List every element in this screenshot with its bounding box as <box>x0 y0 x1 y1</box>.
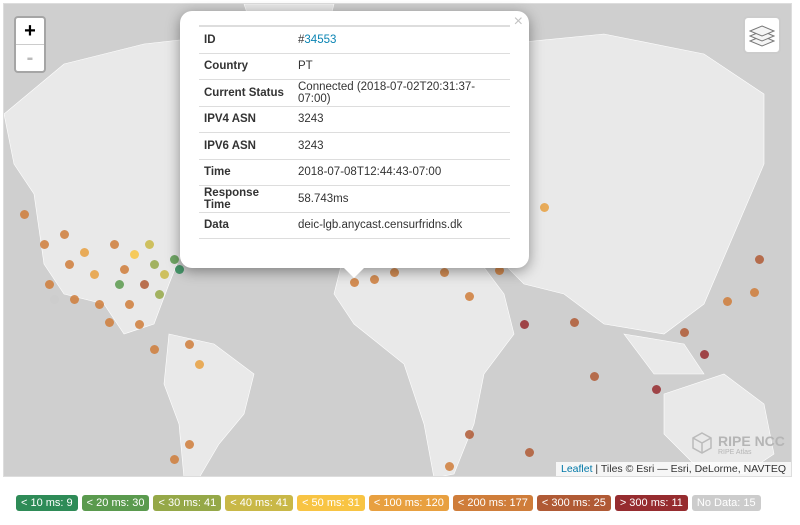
probe-marker[interactable] <box>95 300 104 309</box>
row-label: Data <box>199 212 293 239</box>
legend-item[interactable]: < 200 ms: 177 <box>452 495 533 511</box>
probe-marker[interactable] <box>590 372 599 381</box>
probe-marker[interactable] <box>170 255 179 264</box>
row-value: #34553 <box>293 26 510 54</box>
probe-marker[interactable] <box>185 440 194 449</box>
latency-legend: < 10 ms: 9 < 20 ms: 30 < 30 ms: 41 < 40 ms:… <box>16 495 761 511</box>
probe-marker[interactable] <box>520 320 529 329</box>
probe-marker[interactable] <box>40 240 49 249</box>
legend-item[interactable]: No Data: 15 <box>691 495 761 511</box>
probe-marker[interactable] <box>65 260 74 269</box>
leaflet-link[interactable]: Leaflet <box>561 463 593 475</box>
probe-marker[interactable] <box>80 248 89 257</box>
probe-marker[interactable] <box>115 280 124 289</box>
watermark-subtitle: RIPE Atlas <box>718 448 752 456</box>
popup-row: Time 2018-07-08T12:44:43-07:00 <box>199 159 510 186</box>
probe-marker[interactable] <box>680 328 689 337</box>
popup-row: ID #34553 <box>199 26 510 54</box>
probe-marker[interactable] <box>755 255 764 264</box>
row-label: Time <box>199 159 293 186</box>
probe-marker[interactable] <box>370 275 379 284</box>
probe-marker[interactable] <box>150 260 159 269</box>
probe-marker[interactable] <box>700 350 709 359</box>
probe-marker[interactable] <box>570 318 579 327</box>
probe-marker[interactable] <box>145 240 154 249</box>
probe-marker[interactable] <box>750 288 759 297</box>
close-icon[interactable]: × <box>514 13 523 31</box>
probe-marker[interactable] <box>185 340 194 349</box>
zoom-in-button[interactable]: + <box>16 18 44 44</box>
popup-row: IPV6 ASN 3243 <box>199 132 510 160</box>
probe-marker[interactable] <box>120 265 129 274</box>
probe-marker[interactable] <box>90 270 99 279</box>
probe-marker[interactable] <box>195 360 204 369</box>
probe-id-link[interactable]: 34553 <box>304 34 336 46</box>
probe-marker[interactable] <box>110 240 119 249</box>
probe-marker[interactable] <box>525 448 534 457</box>
row-label: IPV6 ASN <box>199 132 293 160</box>
row-label: IPV4 ASN <box>199 106 293 133</box>
legend-item[interactable]: < 20 ms: 30 <box>81 495 150 511</box>
row-label: ID <box>199 26 293 54</box>
legend-item[interactable]: < 50 ms: 31 <box>297 495 365 511</box>
probe-marker[interactable] <box>150 345 159 354</box>
probe-marker[interactable] <box>652 385 661 394</box>
legend-item[interactable]: < 10 ms: 9 <box>16 495 78 511</box>
probe-marker[interactable] <box>440 268 449 277</box>
popup-tip <box>344 268 364 278</box>
ripe-ncc-watermark: RIPE NCC RIPE Atlas <box>689 431 785 457</box>
probe-details-table: ID #34553 Country PT Current Status Connected… <box>199 25 510 239</box>
popup-row: Current Status Connected (2018-07-02T20:3… <box>199 79 510 107</box>
probe-marker[interactable] <box>70 295 79 304</box>
row-value: 2018-07-08T12:44:43-07:00 <box>293 159 510 186</box>
probe-marker[interactable] <box>135 320 144 329</box>
probe-marker[interactable] <box>50 295 59 304</box>
legend-item[interactable]: < 40 ms: 41 <box>225 495 294 511</box>
row-value: PT <box>293 53 510 80</box>
row-value: Connected (2018-07-02T20:31:37-07:00) <box>293 79 510 107</box>
watermark-title: RIPE NCC <box>718 432 785 449</box>
layers-button[interactable] <box>743 16 781 54</box>
row-value: deic-lgb.anycast.censurfridns.dk <box>293 212 510 239</box>
layers-icon <box>749 25 775 47</box>
ripe-logo-icon <box>692 432 712 454</box>
zoom-control: + - <box>14 16 46 73</box>
probe-marker[interactable] <box>170 455 179 464</box>
probe-marker[interactable] <box>20 210 29 219</box>
probe-marker[interactable] <box>175 265 184 274</box>
probe-marker[interactable] <box>155 290 164 299</box>
probe-marker[interactable] <box>350 278 359 287</box>
probe-marker[interactable] <box>540 203 549 212</box>
popup-row: Country PT <box>199 53 510 80</box>
row-value: 58.743ms <box>293 185 510 213</box>
probe-marker[interactable] <box>140 280 149 289</box>
probe-marker[interactable] <box>60 230 69 239</box>
probe-marker[interactable] <box>125 300 134 309</box>
popup-row: Response Time 58.743ms <box>199 185 510 213</box>
legend-item[interactable]: < 100 ms: 120 <box>368 495 449 511</box>
probe-marker[interactable] <box>160 270 169 279</box>
legend-item[interactable]: < 30 ms: 41 <box>153 495 222 511</box>
row-value: 3243 <box>293 132 510 160</box>
probe-marker[interactable] <box>390 268 399 277</box>
legend-item[interactable]: > 300 ms: 11 <box>614 495 688 511</box>
probe-marker[interactable] <box>45 280 54 289</box>
probe-marker[interactable] <box>105 318 114 327</box>
row-label: Country <box>199 53 293 80</box>
probe-marker[interactable] <box>130 250 139 259</box>
probe-marker[interactable] <box>723 297 732 306</box>
probe-marker[interactable] <box>445 462 454 471</box>
row-label: Response Time <box>199 185 293 213</box>
popup-row: Data deic-lgb.anycast.censurfridns.dk <box>199 212 510 239</box>
attribution-text: | Tiles © Esri — Esri, DeLorme, NAVTEQ <box>592 463 786 475</box>
probe-popup: × ID #34553 Country PT Current Status Connect… <box>180 11 529 278</box>
probe-marker[interactable] <box>465 430 474 439</box>
probe-marker[interactable] <box>465 292 474 301</box>
row-value: 3243 <box>293 106 510 133</box>
popup-row: IPV4 ASN 3243 <box>199 106 510 133</box>
map-attribution: Leaflet | Tiles © Esri — Esri, DeLorme, … <box>555 462 791 476</box>
zoom-out-button[interactable]: - <box>16 44 44 71</box>
legend-item[interactable]: < 300 ms: 25 <box>536 495 611 511</box>
row-label: Current Status <box>199 79 293 107</box>
